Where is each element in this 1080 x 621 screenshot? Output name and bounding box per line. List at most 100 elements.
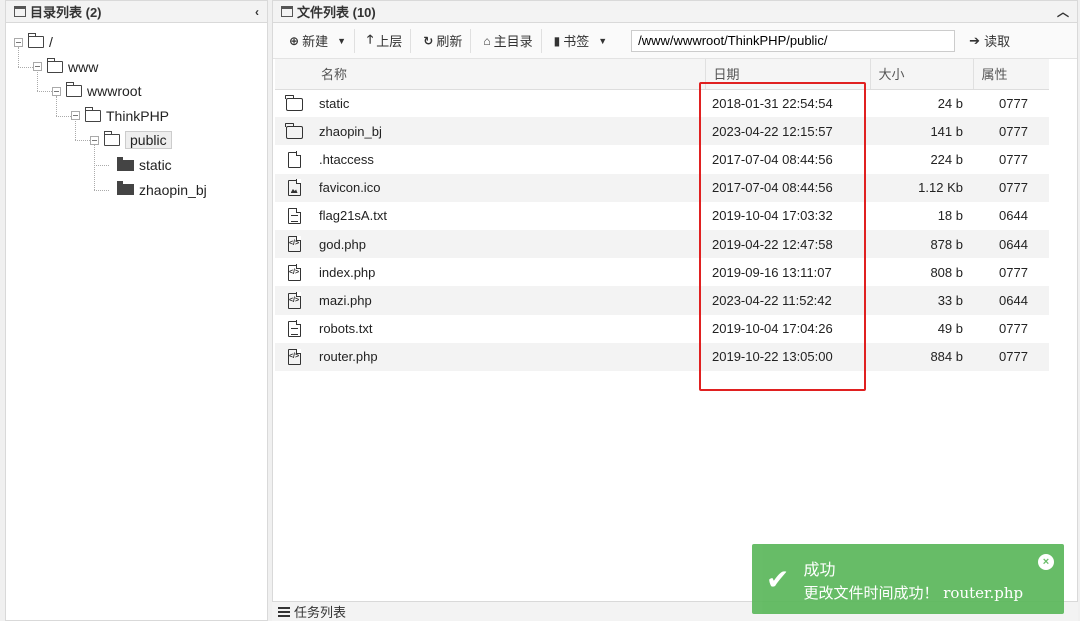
tree-node[interactable]: / bbox=[14, 31, 53, 53]
file-row[interactable]: zhaopin_bj 2023-04-22 12:15:57 141 b 0777 bbox=[275, 117, 1049, 146]
file-name: index.php bbox=[319, 264, 376, 280]
bookmark-button-label: 书签 bbox=[563, 34, 590, 49]
collapse-up-icon[interactable]: ︿ bbox=[1057, 3, 1069, 20]
plus-circle-icon: ⊕ bbox=[289, 33, 300, 48]
new-button[interactable]: ⊕ 新建 ▼ bbox=[281, 28, 355, 53]
file-list: static 2018-01-31 22:54:54 24 b 0777 zhaopin… bbox=[275, 89, 1049, 371]
tree-node-label: ThinkPHP bbox=[106, 107, 170, 124]
tree-connector bbox=[37, 71, 38, 92]
file-name: zhaopin_bj bbox=[313, 117, 705, 146]
file-name: god.php bbox=[313, 229, 705, 259]
bookmark-button[interactable]: ▮ 书签 ▼ bbox=[546, 29, 616, 53]
refresh-button[interactable]: ↻ 刷新 bbox=[415, 28, 472, 53]
up-button-label: 上层 bbox=[376, 34, 403, 49]
caret-down-icon: ▼ bbox=[598, 35, 608, 46]
refresh-button-label: 刷新 bbox=[436, 34, 463, 49]
file-name: static bbox=[319, 95, 350, 111]
tree-connector bbox=[56, 96, 57, 116]
file-name: mazi.php bbox=[313, 286, 705, 315]
arrow-up-icon: 🡑 bbox=[367, 32, 374, 46]
file-perm: 0644 bbox=[999, 208, 1028, 224]
tree-node[interactable]: ThinkPHP bbox=[71, 105, 169, 127]
read-button[interactable]: ➔ 读取 bbox=[969, 31, 1010, 50]
tree-node[interactable]: wwwroot bbox=[52, 80, 141, 102]
file-row[interactable]: flag21sA.txt 2019-10-04 17:03:32 18 b 0644 bbox=[275, 202, 1049, 230]
file-date: 2019-04-22 12:47:58 bbox=[705, 229, 870, 259]
file-icon-cell bbox=[275, 89, 313, 117]
file-icon-cell bbox=[275, 342, 313, 371]
caret-down-icon: ▼ bbox=[337, 35, 346, 46]
collapse-toggle-icon[interactable] bbox=[71, 111, 80, 121]
file-size: 808 b bbox=[930, 264, 963, 280]
tree-connector bbox=[94, 145, 95, 190]
tree-node-label: wwwroot bbox=[87, 83, 142, 100]
read-button-label: 读取 bbox=[984, 34, 1011, 49]
file-date: 2017-07-04 08:44:56 bbox=[712, 151, 833, 167]
tree-node[interactable]: www bbox=[33, 56, 98, 78]
home-button-label: 主目录 bbox=[493, 34, 533, 49]
folder-icon bbox=[117, 181, 134, 196]
file-row[interactable]: index.php 2019-09-16 13:11:07 808 b 0777 bbox=[275, 258, 1049, 286]
tree-connector bbox=[56, 115, 71, 117]
task-bar-label: 任务列表 bbox=[294, 605, 347, 620]
file-size: 1.12 Kb bbox=[870, 173, 973, 202]
collapse-toggle-icon[interactable] bbox=[90, 135, 99, 145]
file-size: 18 b bbox=[937, 208, 963, 224]
column-header-perm[interactable]: 属性 bbox=[973, 59, 1049, 90]
directory-panel: 目录列表 (2) ‹ / www wwwroot ThinkPHP public stat… bbox=[5, 0, 268, 621]
folder-open-icon bbox=[104, 131, 120, 147]
tree-node[interactable]: public bbox=[90, 129, 172, 151]
code-file-icon bbox=[287, 235, 301, 253]
collapse-toggle-icon[interactable] bbox=[52, 86, 61, 96]
toolbar: ⊕ 新建 ▼ 🡑 上层 ↻ 刷新 ⌂ 主目录 ▮ 书签 ▼ ➔ 读取 bbox=[273, 23, 1077, 59]
folder-icon bbox=[117, 156, 134, 171]
file-size: 49 b bbox=[937, 321, 963, 337]
file-perm: 0777 bbox=[999, 95, 1028, 111]
file-icon-cell bbox=[275, 286, 313, 315]
folder-icon bbox=[285, 122, 303, 139]
column-header-size[interactable]: 大小 bbox=[870, 59, 974, 90]
home-icon: ⌂ bbox=[483, 33, 491, 48]
column-header-name[interactable]: 名称 bbox=[313, 59, 706, 90]
file-table-header: 名称 日期 大小 属性 bbox=[275, 59, 1049, 90]
tree-node-label: www bbox=[68, 58, 99, 75]
close-icon[interactable]: × bbox=[1038, 554, 1054, 570]
column-header-date[interactable]: 日期 bbox=[705, 59, 871, 90]
file-perm: 0777 bbox=[999, 151, 1028, 167]
file-panel-header: 文件列表 (10) ︿ bbox=[273, 1, 1077, 23]
file-date: 2023-04-22 12:15:57 bbox=[705, 117, 870, 146]
file-perm: 0644 bbox=[973, 286, 1049, 315]
file-perm: 0777 bbox=[973, 117, 1049, 146]
file-row[interactable]: static 2018-01-31 22:54:54 24 b 0777 bbox=[275, 89, 1049, 117]
up-button[interactable]: 🡑 上层 bbox=[359, 28, 412, 53]
file-date: 2019-10-04 17:03:32 bbox=[712, 208, 833, 224]
text-file-icon bbox=[287, 320, 301, 337]
file-row[interactable]: favicon.ico 2017-07-04 08:44:56 1.12 Kb 077… bbox=[275, 173, 1049, 202]
tree-node[interactable]: static bbox=[109, 154, 172, 176]
folder-open-icon bbox=[28, 33, 44, 48]
tree-node-label: zhaopin_bj bbox=[139, 181, 207, 198]
tree-connector bbox=[18, 66, 33, 68]
file-name: .htaccess bbox=[319, 151, 374, 167]
file-row[interactable]: router.php2019-10-22 13:05:00884 b0777 bbox=[275, 342, 1049, 371]
collapse-left-icon[interactable]: ‹ bbox=[255, 5, 259, 19]
file-perm: 0777 bbox=[999, 264, 1028, 280]
collapse-toggle-icon[interactable] bbox=[14, 37, 23, 47]
file-icon-cell bbox=[275, 229, 313, 259]
path-input[interactable] bbox=[631, 29, 956, 52]
file-perm: 0644 bbox=[973, 229, 1049, 259]
file-row[interactable]: robots.txt 2019-10-04 17:04:26 49 b 0777 bbox=[275, 315, 1049, 343]
file-icon bbox=[287, 151, 301, 168]
window-icon bbox=[14, 6, 26, 17]
collapse-toggle-icon[interactable] bbox=[33, 62, 42, 72]
file-date: 2019-09-16 13:11:07 bbox=[712, 264, 832, 280]
file-name: router.php bbox=[313, 342, 705, 371]
text-file-icon bbox=[287, 207, 301, 225]
tree-node[interactable]: zhaopin_bj bbox=[109, 179, 207, 201]
home-button[interactable]: ⌂ 主目录 bbox=[475, 28, 542, 53]
file-row[interactable]: god.php2019-04-22 12:47:58878 b0644 bbox=[275, 229, 1049, 259]
tree-connector bbox=[94, 165, 109, 166]
file-row[interactable]: .htaccess 2017-07-04 08:44:56 224 b 0777 bbox=[275, 145, 1049, 173]
directory-panel-title: 目录列表 (2) bbox=[30, 5, 102, 20]
file-row[interactable]: mazi.php2023-04-22 11:52:4233 b0644 bbox=[275, 286, 1049, 315]
